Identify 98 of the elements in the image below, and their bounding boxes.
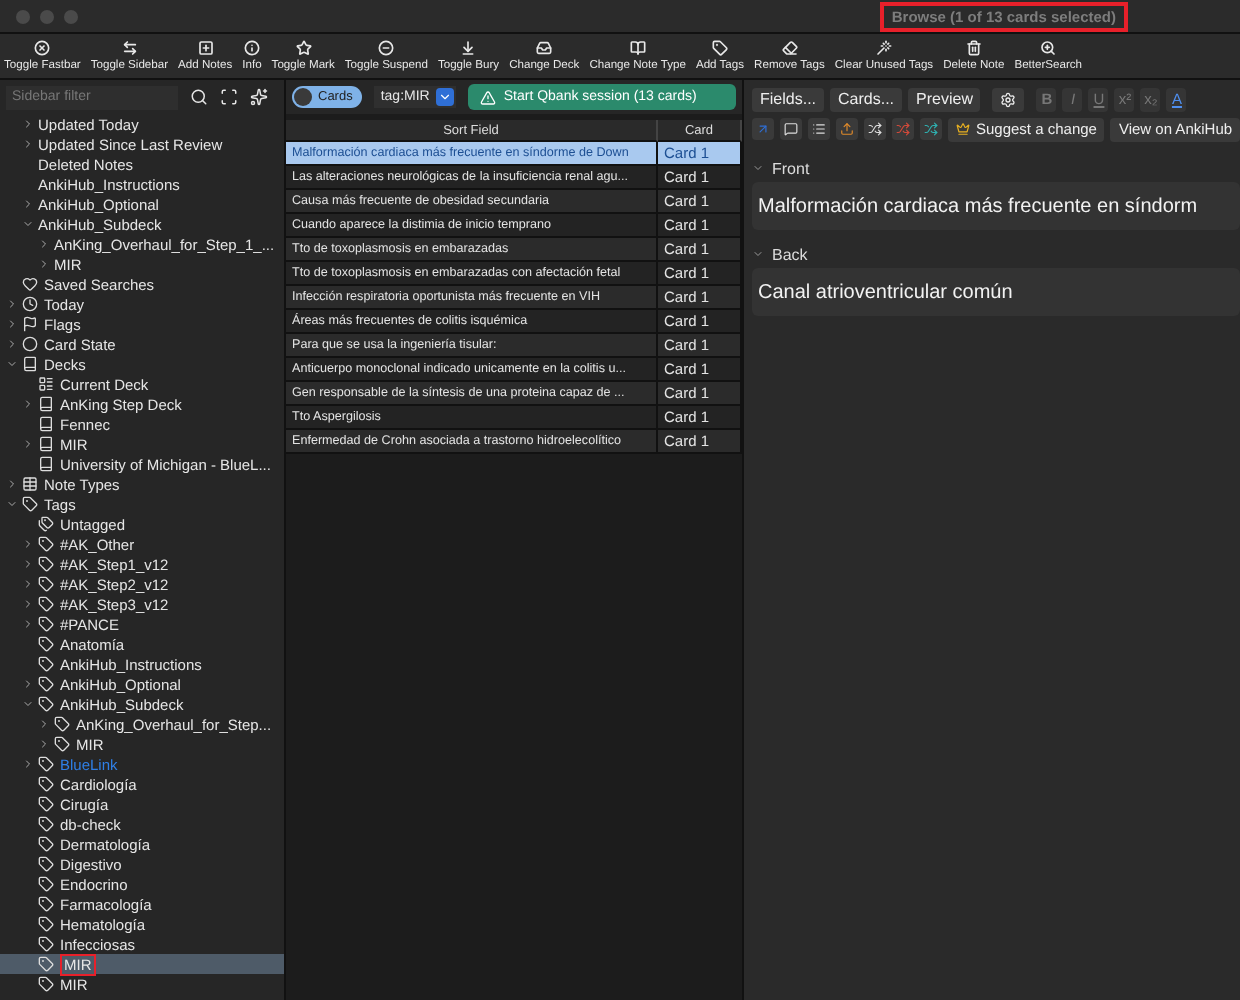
tag-icon xyxy=(54,736,70,752)
trash-icon xyxy=(965,40,982,56)
shuffle-icon xyxy=(896,122,910,136)
warning-icon xyxy=(479,89,496,105)
chevron-down-icon[interactable] xyxy=(6,358,18,370)
tag-icon xyxy=(38,876,54,892)
chevron-down-icon[interactable] xyxy=(6,498,18,510)
tag-icon xyxy=(711,40,728,56)
selection-icon[interactable] xyxy=(220,88,238,106)
tag-icon xyxy=(38,896,54,912)
chevron-right-icon[interactable] xyxy=(22,398,34,410)
chevron-right-icon[interactable] xyxy=(6,318,18,330)
tag-icon xyxy=(38,776,54,792)
untagged-icon xyxy=(38,516,54,532)
chevron-down-icon xyxy=(437,90,452,104)
info-icon xyxy=(243,40,260,56)
tool-button[interactable] xyxy=(808,118,830,140)
chevron-right-icon[interactable] xyxy=(22,558,34,570)
settings-button[interactable] xyxy=(992,87,1025,111)
tag-icon xyxy=(38,636,54,652)
arrow-icon xyxy=(756,122,770,136)
zoom-icon xyxy=(1040,40,1057,56)
tag-icon xyxy=(38,536,54,552)
chevron-right-icon[interactable] xyxy=(38,258,50,270)
chevron-right-icon[interactable] xyxy=(22,758,34,770)
tool-button[interactable] xyxy=(920,118,942,140)
chevron-right-icon[interactable] xyxy=(22,678,34,690)
tag-icon xyxy=(38,756,54,772)
circle-icon xyxy=(22,336,38,352)
minus-circle-icon xyxy=(378,40,395,56)
tag-icon xyxy=(38,976,54,992)
tag-icon xyxy=(38,956,54,972)
chevron-right-icon[interactable] xyxy=(22,438,34,450)
tag-icon xyxy=(38,596,54,612)
chevron-down-icon[interactable] xyxy=(752,162,764,174)
plus-square-icon xyxy=(197,40,214,56)
tag-icon xyxy=(38,936,54,952)
table-icon xyxy=(22,476,38,492)
heart-icon xyxy=(22,276,38,292)
upload-icon xyxy=(840,122,854,136)
field-input[interactable]: Canal atrioventricular común xyxy=(752,268,1240,316)
shuffle-icon xyxy=(868,122,882,136)
tag-icon xyxy=(38,556,54,572)
speech-icon xyxy=(784,122,798,136)
chevron-right-icon[interactable] xyxy=(22,118,34,130)
field-label: Back xyxy=(772,245,808,263)
tag-icon xyxy=(38,856,54,872)
chevron-right-icon[interactable] xyxy=(6,338,18,350)
tag-icon xyxy=(38,816,54,832)
clock-icon xyxy=(22,296,38,312)
crown-icon xyxy=(956,122,970,136)
chevron-down-icon[interactable] xyxy=(22,698,34,710)
chevron-right-icon[interactable] xyxy=(38,738,50,750)
arrows-icon xyxy=(121,40,138,56)
editor-button[interactable]: Preview xyxy=(908,87,981,111)
tag-icon xyxy=(38,676,54,692)
tag-icon xyxy=(38,916,54,932)
chevron-right-icon[interactable] xyxy=(38,718,50,730)
chevron-right-icon[interactable] xyxy=(6,478,18,490)
chevron-right-icon[interactable] xyxy=(6,298,18,310)
tag-icon xyxy=(38,836,54,852)
field-label: Front xyxy=(772,159,810,177)
field-input[interactable]: Malformación cardiaca más frecuente en síndorm xyxy=(752,182,1240,230)
sparkles-icon[interactable] xyxy=(250,88,268,106)
chevron-right-icon[interactable] xyxy=(22,138,34,150)
tool-button[interactable] xyxy=(780,118,802,140)
down-arrow-icon xyxy=(460,40,477,56)
circle-x-icon xyxy=(34,40,51,56)
editor-button[interactable]: Fields... xyxy=(752,87,825,111)
tag-icon xyxy=(38,696,54,712)
tag-icon xyxy=(54,716,70,732)
book-icon xyxy=(629,40,646,56)
deck-icon xyxy=(22,356,38,372)
star-icon xyxy=(295,40,312,56)
chevron-down-icon[interactable] xyxy=(752,248,764,260)
wand-icon xyxy=(875,40,892,56)
settings-icon xyxy=(1000,91,1017,107)
tag-icon xyxy=(22,496,38,512)
tool-button[interactable] xyxy=(864,118,886,140)
tag-icon xyxy=(38,616,54,632)
chevron-right-icon[interactable] xyxy=(22,578,34,590)
tag-icon xyxy=(38,796,54,812)
chevron-down-icon[interactable] xyxy=(22,218,34,230)
tag-icon xyxy=(38,656,54,672)
chevron-right-icon[interactable] xyxy=(22,618,34,630)
search-icon[interactable] xyxy=(190,88,208,106)
shuffle-icon xyxy=(924,122,938,136)
inbox-icon xyxy=(536,40,553,56)
chevron-right-icon[interactable] xyxy=(22,198,34,210)
editor-button[interactable]: Cards... xyxy=(830,87,903,111)
chevron-right-icon[interactable] xyxy=(22,598,34,610)
eraser-icon xyxy=(781,40,798,56)
list-icon xyxy=(812,122,826,136)
chevron-right-icon[interactable] xyxy=(22,538,34,550)
tag-icon xyxy=(38,576,54,592)
chevron-right-icon[interactable] xyxy=(38,238,50,250)
flag-icon xyxy=(22,316,38,332)
deck-list-icon xyxy=(38,376,54,392)
